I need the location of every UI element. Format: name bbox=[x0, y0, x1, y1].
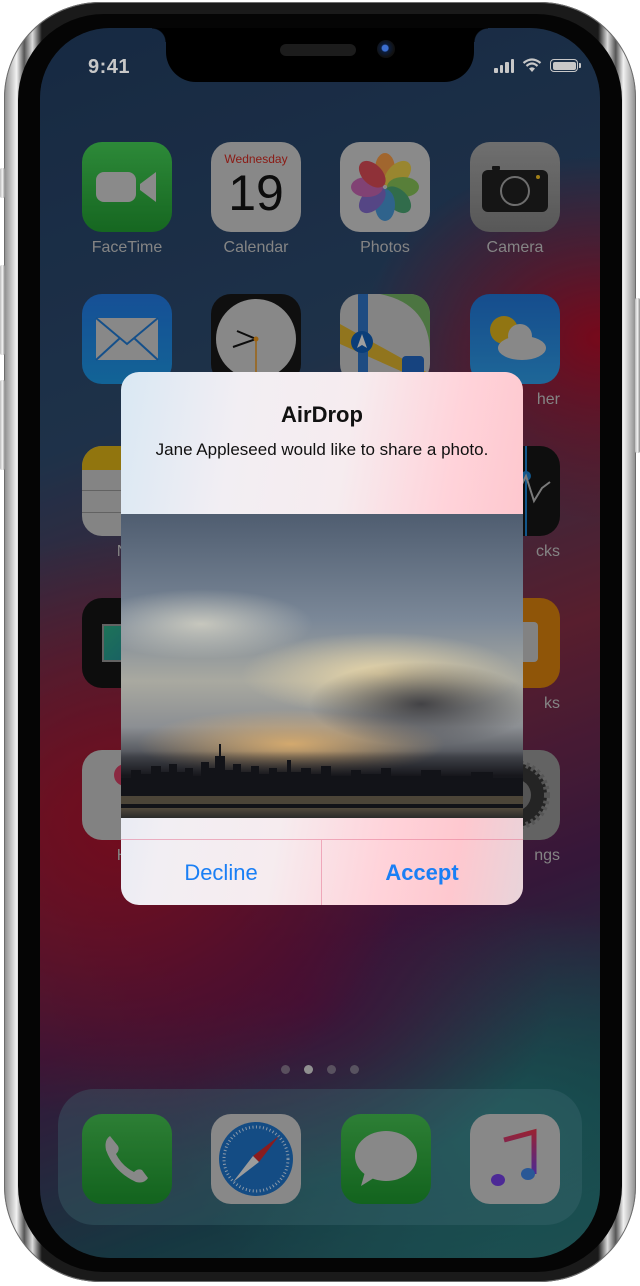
city-skyline bbox=[121, 744, 523, 808]
decline-button[interactable]: Decline bbox=[121, 840, 321, 905]
speaker-grille bbox=[280, 44, 356, 56]
battery-icon bbox=[550, 59, 581, 72]
silent-switch bbox=[0, 168, 5, 198]
notch bbox=[152, 28, 488, 82]
alert-message: Jane Appleseed would like to share a pho… bbox=[155, 440, 489, 459]
alert-spacer bbox=[121, 818, 523, 840]
side-button bbox=[635, 298, 640, 453]
accept-button[interactable]: Accept bbox=[322, 840, 522, 905]
volume-down-button bbox=[0, 380, 5, 470]
status-time: 9:41 bbox=[88, 56, 131, 78]
cellular-signal-icon bbox=[494, 58, 514, 73]
alert-title: AirDrop bbox=[281, 402, 363, 427]
status-icons bbox=[494, 58, 581, 73]
front-camera bbox=[377, 40, 395, 58]
wifi-icon bbox=[522, 58, 542, 72]
volume-up-button bbox=[0, 265, 5, 355]
airdrop-alert: AirDrop Jane Appleseed would like to sha… bbox=[121, 372, 523, 905]
shared-photo-preview bbox=[121, 514, 523, 818]
alert-header: AirDrop Jane Appleseed would like to sha… bbox=[121, 372, 523, 514]
